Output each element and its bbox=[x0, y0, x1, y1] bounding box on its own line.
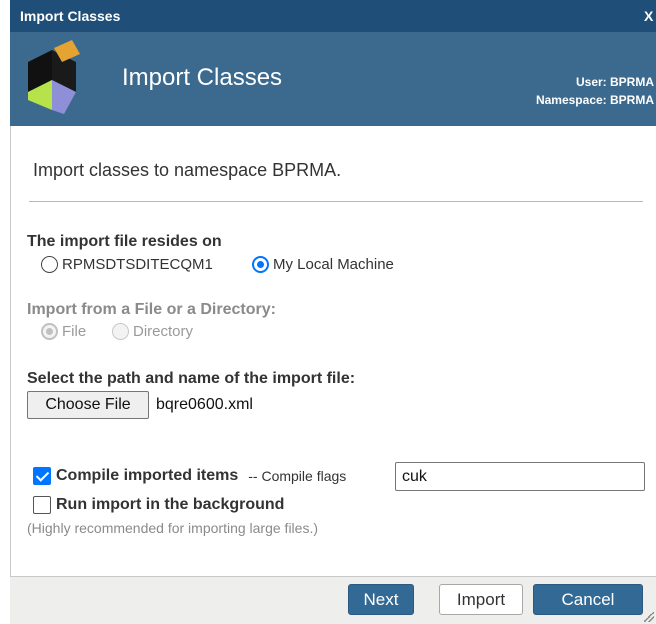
header-banner: Import Classes User: BPRMA Namespace: BP… bbox=[10, 32, 656, 126]
radio-directory-label: Directory bbox=[133, 323, 194, 340]
cube-logo-icon bbox=[28, 40, 80, 114]
radio-local-machine-button[interactable] bbox=[252, 256, 269, 273]
resize-grip-icon[interactable] bbox=[644, 612, 654, 622]
background-row: Run import in the background bbox=[33, 496, 284, 514]
compile-row: Compile imported items -- Compile flags bbox=[33, 467, 346, 485]
user-line: User: BPRMA bbox=[575, 75, 654, 89]
selected-filename: bqre0600.xml bbox=[156, 396, 253, 413]
radio-server[interactable]: RPMSDTSDITECQM1 bbox=[41, 256, 213, 273]
radio-server-label: RPMSDTSDITECQM1 bbox=[62, 256, 213, 273]
compile-flags-input[interactable] bbox=[395, 462, 645, 491]
background-hint: (Highly recommended for importing large … bbox=[27, 520, 318, 536]
import-button[interactable]: Import bbox=[439, 584, 523, 615]
divider bbox=[29, 201, 643, 202]
radio-local-machine-label: My Local Machine bbox=[273, 256, 394, 273]
dialog-content: Import classes to namespace BPRMA. The i… bbox=[10, 126, 656, 576]
compile-flags-label: -- Compile flags bbox=[248, 468, 347, 484]
background-checkbox[interactable] bbox=[33, 496, 51, 514]
banner-title: Import Classes bbox=[122, 64, 283, 91]
radio-file[interactable]: File bbox=[41, 323, 86, 340]
radio-directory-button[interactable] bbox=[112, 323, 129, 340]
namespace-line: Namespace: BPRMA bbox=[535, 93, 654, 107]
radio-file-button[interactable] bbox=[41, 323, 58, 340]
choose-file-button[interactable]: Choose File bbox=[27, 391, 149, 419]
radio-local-machine[interactable]: My Local Machine bbox=[252, 256, 394, 273]
close-icon[interactable]: X bbox=[644, 0, 656, 32]
cancel-button[interactable]: Cancel bbox=[533, 584, 643, 615]
compile-label: Compile imported items bbox=[56, 467, 239, 484]
intro-text: Import classes to namespace BPRMA. bbox=[33, 160, 342, 180]
window-title: Import Classes bbox=[20, 8, 121, 24]
next-button[interactable]: Next bbox=[348, 584, 414, 615]
radio-server-button[interactable] bbox=[41, 256, 58, 273]
file-location-heading: The import file resides on bbox=[27, 233, 222, 250]
source-type-heading: Import from a File or a Directory: bbox=[27, 301, 276, 318]
compile-checkbox[interactable] bbox=[33, 467, 51, 485]
user-info: User: BPRMA Namespace: BPRMA bbox=[536, 73, 654, 109]
dialog-footer: Next Import Cancel bbox=[10, 576, 656, 624]
window-titlebar[interactable]: Import Classes X bbox=[10, 0, 656, 32]
path-heading: Select the path and name of the import f… bbox=[27, 370, 356, 387]
radio-file-label: File bbox=[62, 323, 87, 340]
radio-directory[interactable]: Directory bbox=[112, 323, 193, 340]
background-label: Run import in the background bbox=[56, 496, 285, 513]
